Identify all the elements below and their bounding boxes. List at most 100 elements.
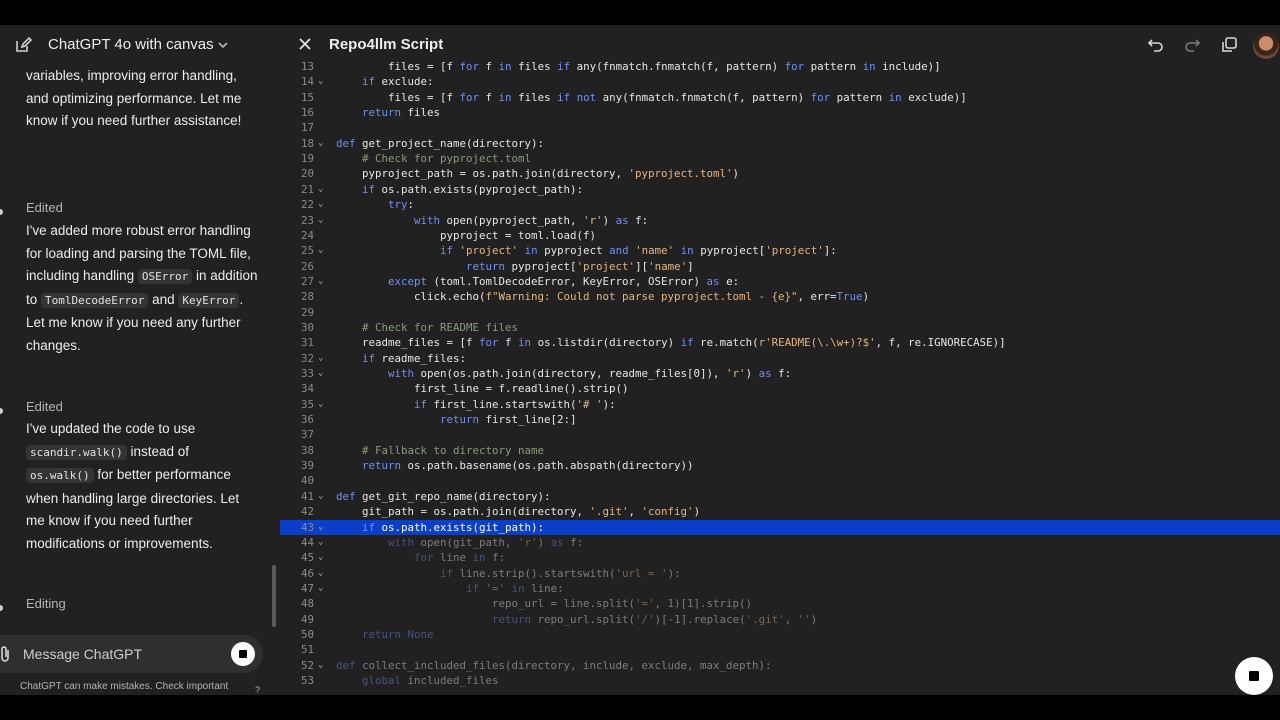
- code-line[interactable]: 31 readme_files = [f for f in os.listdir…: [280, 335, 1280, 350]
- code-line[interactable]: 35 ⌄ if first_line.startswith('# '):: [280, 397, 1280, 412]
- chat-pane: ChatGPT 4o with canvas variables, improv…: [0, 25, 280, 695]
- canvas-title: Repo4llm Script: [329, 36, 444, 53]
- code-line[interactable]: 39 return os.path.basename(os.path.abspa…: [280, 458, 1280, 473]
- line-number: 28: [300, 290, 314, 304]
- code-line[interactable]: 16 return files: [280, 105, 1280, 120]
- code-line[interactable]: 17: [280, 120, 1280, 135]
- code-line[interactable]: 33 ⌄ with open(os.path.join(directory, re…: [280, 366, 1280, 381]
- code-line-highlighted[interactable]: 43 ⌄ if os.path.exists(git_path):: [280, 519, 1280, 535]
- code-line[interactable]: 48 repo_url = line.split('=', 1)[1].stri…: [280, 596, 1280, 611]
- redo-icon[interactable]: [1183, 36, 1201, 54]
- code-line[interactable]: 13 files = [f for f in files if any(fnma…: [280, 59, 1280, 74]
- code-editor[interactable]: 13 files = [f for f in files if any(fnma…: [280, 59, 1280, 695]
- code-text: git_path = os.path.join(directory, '.git…: [336, 505, 701, 519]
- code-line[interactable]: 27 ⌄ except (toml.TomlDecodeError, KeyErr…: [280, 274, 1280, 289]
- code-line[interactable]: 18 ⌄ def get_project_name(directory):: [280, 136, 1280, 151]
- fold-chevron-icon[interactable]: ⌄: [318, 197, 328, 212]
- code-line[interactable]: 20 pyproject_path = os.path.join(directo…: [280, 166, 1280, 181]
- fold-chevron-icon[interactable]: ⌄: [318, 566, 328, 581]
- code-text: def get_git_repo_name(directory):: [336, 489, 551, 503]
- line-number: 32: [300, 351, 314, 365]
- assistant-message: variables, improving error handling, and…: [26, 68, 242, 128]
- fold-chevron-icon[interactable]: ⌄: [318, 182, 328, 197]
- fold-chevron-icon[interactable]: ⌄: [318, 213, 328, 228]
- copy-icon[interactable]: [1220, 36, 1238, 54]
- fold-chevron-icon[interactable]: ⌄: [318, 397, 328, 412]
- code-line[interactable]: 52 ⌄ def collect_included_files(directory,…: [280, 658, 1280, 673]
- code-text: with open(pyproject_path, 'r') as f:: [414, 213, 649, 227]
- fold-chevron-icon[interactable]: ⌄: [318, 351, 328, 366]
- code-line[interactable]: 38 # Fallback to directory name: [280, 443, 1280, 458]
- code-line[interactable]: 37: [280, 427, 1280, 442]
- code-line[interactable]: 45 ⌄ for line in f:: [280, 550, 1280, 565]
- code-line[interactable]: 53 global included_files: [280, 673, 1280, 688]
- code-text: with open(git_path, 'r') as f:: [388, 535, 584, 549]
- stop-generating-button[interactable]: [231, 642, 255, 666]
- code-line[interactable]: 19 # Check for pyproject.toml: [280, 151, 1280, 166]
- fold-chevron-icon[interactable]: ⌄: [318, 243, 328, 258]
- undo-icon[interactable]: [1147, 36, 1165, 54]
- line-number: 43: [300, 520, 314, 534]
- assistant-message: I've added more robust error handling fo…: [26, 223, 258, 353]
- code-line[interactable]: 30 # Check for README files: [280, 320, 1280, 335]
- code-text: if exclude:: [362, 75, 434, 89]
- code-line[interactable]: 25 ⌄ if 'project' in pyproject and 'name'…: [280, 243, 1280, 258]
- chat-scrollbar[interactable]: [272, 565, 276, 627]
- fold-chevron-icon[interactable]: ⌄: [318, 658, 328, 673]
- code-line[interactable]: 29: [280, 305, 1280, 320]
- chevron-down-icon[interactable]: [217, 39, 229, 51]
- disclaimer-text: ChatGPT can make mistakes. Check importa…: [20, 681, 229, 692]
- avatar[interactable]: [1253, 33, 1279, 59]
- editing-tag: Editing: [26, 596, 66, 611]
- code-line[interactable]: 47 ⌄ if '=' in line:: [280, 581, 1280, 596]
- model-selector[interactable]: ChatGPT 4o with canvas: [48, 36, 214, 53]
- code-line[interactable]: 34 first_line = f.readline().strip(): [280, 381, 1280, 396]
- edited-tag: Edited: [26, 399, 63, 414]
- code-line[interactable]: 41 ⌄ def get_git_repo_name(directory):: [280, 489, 1280, 504]
- code-line[interactable]: 44 ⌄ with open(git_path, 'r') as f:: [280, 535, 1280, 550]
- edited-tag: Edited: [26, 200, 63, 215]
- code-line[interactable]: 46 ⌄ if line.strip().startswith('url = ')…: [280, 566, 1280, 581]
- code-line[interactable]: 15 files = [f for f in files if not any(…: [280, 90, 1280, 105]
- stop-editing-button[interactable]: [1235, 657, 1273, 695]
- code-line[interactable]: 22 ⌄ try:: [280, 197, 1280, 212]
- code-line[interactable]: 24 pyproject = toml.load(f): [280, 228, 1280, 243]
- fold-chevron-icon[interactable]: ⌄: [318, 74, 328, 89]
- code-text: pyproject = toml.load(f): [336, 228, 597, 242]
- code-line[interactable]: 51: [280, 642, 1280, 657]
- line-number: 34: [300, 382, 314, 396]
- code-line[interactable]: 36 return first_line[2:]: [280, 412, 1280, 427]
- fold-chevron-icon[interactable]: ⌄: [318, 274, 328, 289]
- help-button[interactable]: ?: [255, 685, 260, 695]
- line-number: 16: [300, 106, 314, 120]
- code-text: # Fallback to directory name: [336, 443, 545, 457]
- inline-code: OSError: [137, 269, 193, 284]
- fold-chevron-icon[interactable]: ⌄: [318, 550, 328, 565]
- code-line[interactable]: 42 git_path = os.path.join(directory, '.…: [280, 504, 1280, 519]
- new-chat-icon[interactable]: [14, 36, 32, 54]
- message-composer[interactable]: Message ChatGPT: [0, 635, 263, 673]
- code-line[interactable]: 40: [280, 473, 1280, 488]
- code-text: pyproject_path = os.path.join(directory,…: [336, 167, 740, 181]
- code-text: repo_url = line.split('=', 1)[1].strip(): [336, 597, 753, 611]
- message-input[interactable]: Message ChatGPT: [23, 646, 142, 662]
- attach-icon[interactable]: [0, 646, 12, 662]
- code-line[interactable]: 14 ⌄ if exclude:: [280, 74, 1280, 89]
- edit-marker-icon: [0, 605, 3, 611]
- line-number: 15: [300, 90, 314, 104]
- fold-chevron-icon[interactable]: ⌄: [318, 489, 328, 504]
- fold-chevron-icon[interactable]: ⌄: [318, 535, 328, 550]
- line-number: 26: [300, 259, 314, 273]
- code-line[interactable]: 21 ⌄ if os.path.exists(pyproject_path):: [280, 182, 1280, 197]
- fold-chevron-icon[interactable]: ⌄: [318, 366, 328, 381]
- code-line[interactable]: 49 return repo_url.split('/')[-1].replac…: [280, 612, 1280, 627]
- fold-chevron-icon[interactable]: ⌄: [318, 136, 328, 151]
- code-line[interactable]: 28 click.echo(f"Warning: Could not parse…: [280, 289, 1280, 304]
- fold-chevron-icon[interactable]: ⌄: [318, 520, 328, 535]
- code-line[interactable]: 50 return None: [280, 627, 1280, 642]
- code-line[interactable]: 32 ⌄ if readme_files:: [280, 351, 1280, 366]
- fold-chevron-icon[interactable]: ⌄: [318, 581, 328, 596]
- code-line[interactable]: 23 ⌄ with open(pyproject_path, 'r') as f:: [280, 213, 1280, 228]
- close-icon[interactable]: [298, 37, 312, 51]
- code-line[interactable]: 26 return pyproject['project']['name']: [280, 259, 1280, 274]
